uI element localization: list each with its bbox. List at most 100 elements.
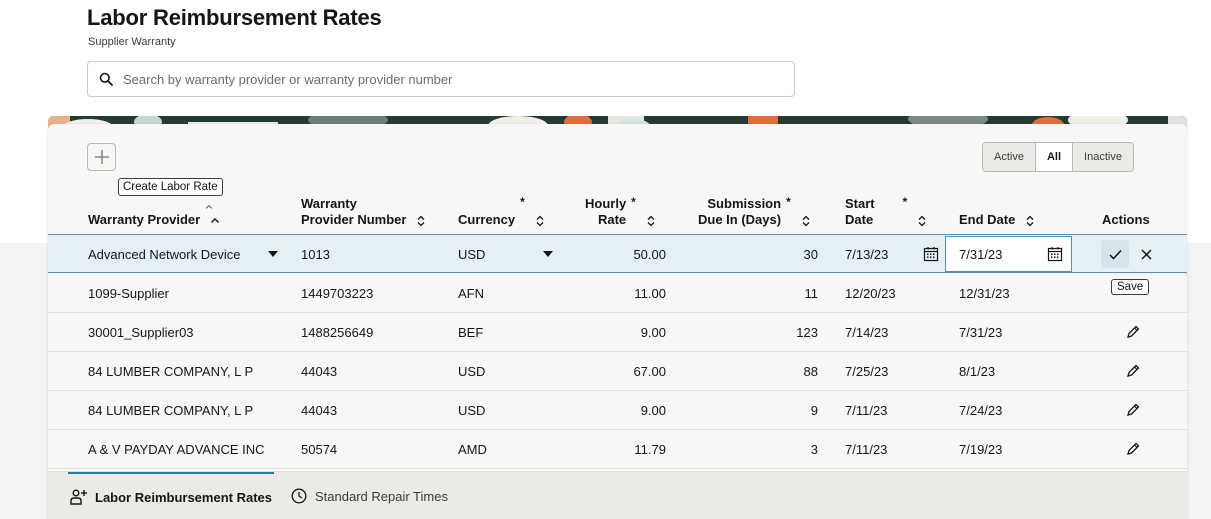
dropdown-caret-icon[interactable] <box>543 251 553 257</box>
column-header-start-date[interactable]: Start Date * <box>845 184 927 236</box>
edit-row-button[interactable] <box>1126 391 1140 429</box>
checkmark-icon <box>1108 249 1122 260</box>
search-icon <box>99 72 113 86</box>
currency-cell: USD <box>458 402 486 418</box>
hourly-rate-cell: 67.00 <box>633 363 666 379</box>
dropdown-caret-icon[interactable] <box>268 251 278 257</box>
end-date-cell: 7/19/23 <box>959 441 1003 457</box>
search-input[interactable] <box>123 71 794 87</box>
submission-due-cell: 9 <box>810 402 818 418</box>
provider-cell: 1099-Supplier <box>88 285 169 301</box>
edit-row-button[interactable] <box>1126 352 1140 390</box>
end-date-cell: 7/24/23 <box>959 402 1003 418</box>
required-marker: * <box>902 195 908 209</box>
column-header-hourly-rate[interactable]: Hourly Rate * <box>585 184 656 236</box>
table-row[interactable]: 30001_Supplier03 1488256649 BEF 9.00 123… <box>48 313 1187 352</box>
pencil-icon <box>1127 442 1140 455</box>
sort-hint-icon <box>205 204 213 209</box>
page-title: Labor Reimbursement Rates <box>87 5 382 30</box>
end-date-input[interactable]: 7/31/23 <box>945 236 1072 272</box>
pencil-icon <box>1127 325 1140 338</box>
search-box[interactable] <box>87 61 795 97</box>
sort-icon <box>918 215 926 227</box>
status-filter[interactable]: Active All Inactive <box>982 142 1134 172</box>
table-row-editing[interactable]: Advanced Network Device 1013 USD 50.00 3… <box>48 234 1187 273</box>
currency-cell: AFN <box>458 285 484 301</box>
start-date-cell: 7/25/23 <box>845 363 889 379</box>
background-pattern-left <box>0 243 48 519</box>
end-date-cell: 12/31/23 <box>959 285 1010 301</box>
table-row[interactable]: 84 LUMBER COMPANY, L P 44043 USD 67.00 8… <box>48 352 1187 391</box>
add-labor-rate-button[interactable] <box>87 143 116 171</box>
hourly-rate-cell: 9.00 <box>640 402 666 418</box>
submission-due-cell: 88 <box>803 363 818 379</box>
required-marker: * <box>631 195 636 209</box>
end-date-cell: 7/31/23 <box>959 324 1003 340</box>
submission-due-cell: 3 <box>810 441 818 457</box>
tab-labor-reimbursement-rates[interactable]: Labor Reimbursement Rates <box>68 472 274 519</box>
cancel-row-button[interactable] <box>1138 235 1154 273</box>
save-button-bg[interactable] <box>1101 240 1129 268</box>
tab-standard-repair-times[interactable]: Standard Repair Times <box>291 472 448 519</box>
plus-icon <box>94 150 109 164</box>
calendar-icon[interactable] <box>1047 246 1063 262</box>
filter-all-button[interactable]: All <box>1035 143 1074 171</box>
hourly-rate-cell: 11.00 <box>634 285 666 301</box>
sort-ascending-icon <box>211 218 220 223</box>
calendar-icon[interactable] <box>923 246 939 262</box>
currency-cell: USD <box>458 363 486 379</box>
hourly-rate-cell: 11.79 <box>634 441 666 457</box>
provider-cell: 30001_Supplier03 <box>88 324 194 340</box>
table-row[interactable]: 1099-Supplier 1449703223 AFN 11.00 11 12… <box>48 274 1187 313</box>
background-pattern-right <box>1187 243 1211 519</box>
provider-number-cell: 1013 <box>301 246 330 262</box>
currency-cell: BEF <box>458 324 484 340</box>
pencil-icon <box>1127 403 1140 416</box>
labor-rates-icon <box>70 489 87 505</box>
page-subtitle: Supplier Warranty <box>88 36 176 48</box>
edit-row-button[interactable] <box>1126 313 1140 351</box>
save-row-button[interactable] <box>1100 235 1130 273</box>
provider-number-cell: 1449703223 <box>301 285 374 301</box>
provider-cell: 84 LUMBER COMPANY, L P <box>88 402 254 418</box>
table-row[interactable]: 84 LUMBER COMPANY, L P 44043 USD 9.00 9 … <box>48 391 1187 430</box>
start-date-cell: 7/14/23 <box>845 324 889 340</box>
edit-row-button[interactable] <box>1126 430 1140 468</box>
start-date-cell: 7/11/23 <box>845 441 888 457</box>
submission-due-cell: 11 <box>804 285 819 301</box>
table-row[interactable]: A & V PAYDAY ADVANCE INC 50574 AMD 11.79… <box>48 430 1187 469</box>
column-header-warranty-provider[interactable]: Warranty Provider <box>88 184 220 236</box>
provider-number-cell: 50574 <box>301 441 338 457</box>
save-tooltip: Save <box>1111 279 1150 295</box>
clock-icon <box>291 488 307 504</box>
column-header-currency[interactable]: Currency * <box>458 184 545 236</box>
required-marker: * <box>786 195 791 209</box>
warranty-provider-select[interactable]: Advanced Network Device <box>88 235 278 273</box>
sort-icon <box>647 215 655 227</box>
start-date-cell: 12/20/23 <box>845 285 896 301</box>
sort-icon <box>418 215 425 227</box>
hourly-rate-input[interactable]: 50.00 <box>568 235 666 273</box>
start-date-input[interactable]: 7/13/23 <box>845 235 939 273</box>
filter-inactive-button[interactable]: Inactive <box>1073 143 1133 171</box>
labor-rates-panel: Create Labor Rate Active All Inactive Wa… <box>48 124 1187 519</box>
pencil-icon <box>1127 364 1140 377</box>
column-header-submission-due[interactable]: Submission Due In (Days) * <box>698 184 811 236</box>
currency-select[interactable]: USD <box>458 235 553 273</box>
sort-icon <box>802 215 810 227</box>
bottom-tab-bar: Labor Reimbursement Rates Standard Repai… <box>48 471 1187 519</box>
column-header-provider-number[interactable]: Warranty Provider Number <box>301 184 426 236</box>
submission-due-input[interactable]: 30 <box>698 235 818 273</box>
submission-due-cell: 123 <box>796 324 818 340</box>
end-date-cell: 8/1/23 <box>959 363 996 379</box>
sort-icon <box>536 215 544 227</box>
column-header-end-date[interactable]: End Date <box>959 184 1035 236</box>
provider-cell: A & V PAYDAY ADVANCE INC <box>88 441 265 457</box>
provider-number-cell: 1488256649 <box>301 324 374 340</box>
sort-icon <box>1026 215 1034 227</box>
filter-active-button[interactable]: Active <box>983 143 1036 171</box>
hourly-rate-cell: 9.00 <box>640 324 666 340</box>
currency-cell: AMD <box>458 441 487 457</box>
required-marker: * <box>520 195 525 209</box>
provider-cell: 84 LUMBER COMPANY, L P <box>88 363 254 379</box>
